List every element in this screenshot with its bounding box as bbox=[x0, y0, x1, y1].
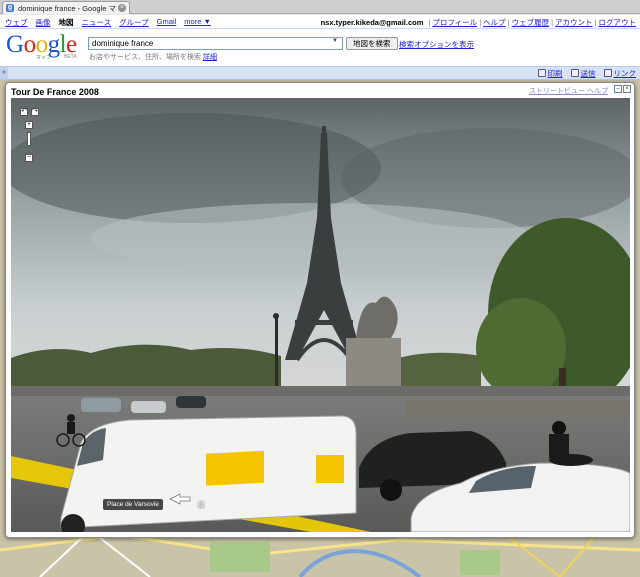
gbar-link-news[interactable]: ニュース bbox=[82, 17, 112, 28]
zoom-in-button[interactable]: + bbox=[25, 121, 33, 129]
search-maps-button[interactable]: 地図を検索 bbox=[346, 37, 398, 50]
search-options-link[interactable]: 検索オプションを表示 bbox=[399, 39, 474, 50]
search-history-dropdown-icon[interactable]: ▼ bbox=[332, 38, 338, 44]
direction-label: 東 bbox=[198, 502, 205, 509]
search-hint-details-link[interactable]: 詳細 bbox=[203, 54, 217, 61]
beta-label: BETA bbox=[64, 54, 77, 60]
zoom-out-button[interactable]: − bbox=[25, 154, 33, 162]
rotate-left-icon[interactable]: ↶ bbox=[20, 108, 28, 116]
separator: | bbox=[507, 18, 510, 27]
white-van bbox=[60, 415, 357, 532]
street-view-image[interactable] bbox=[11, 98, 630, 532]
maps-header: Google マップ BETA ▼ 地図を検索 検索オプションを表示 お店やサー… bbox=[0, 29, 640, 66]
separator: | bbox=[479, 18, 482, 27]
send-action[interactable]: 送信 bbox=[570, 68, 596, 79]
rotate-right-icon[interactable]: ↷ bbox=[31, 108, 39, 116]
gbar-link-web[interactable]: ウェブ bbox=[5, 17, 28, 28]
google-favicon-icon: g bbox=[6, 4, 14, 12]
gbar-link-groups[interactable]: グループ bbox=[119, 17, 149, 28]
search-hint: お店やサービス、住所、場所を検索 詳細 bbox=[89, 52, 217, 62]
print-action[interactable]: 印刷 bbox=[537, 68, 563, 79]
user-email: nsx.typer.kikeda@gmail.com bbox=[320, 18, 424, 27]
gbar-link-images[interactable]: 画像 bbox=[36, 17, 51, 28]
gbar-more-menu[interactable]: more ▼ bbox=[184, 17, 211, 28]
gbar-link-gmail[interactable]: Gmail bbox=[157, 17, 177, 28]
account-link[interactable]: アカウント bbox=[555, 17, 593, 28]
street-view-panel: Tour De France 2008 ストリートビュー ヘルプ – × bbox=[5, 82, 635, 538]
street-view-title: Tour De France 2008 bbox=[11, 87, 99, 97]
zoom-slider[interactable] bbox=[27, 132, 31, 146]
logout-link[interactable]: ログアウト bbox=[599, 17, 637, 28]
navigation-arrow-icon[interactable] bbox=[168, 492, 192, 506]
search-input[interactable] bbox=[88, 37, 343, 50]
logo-subtitle: マップ bbox=[36, 55, 52, 61]
close-button[interactable]: × bbox=[623, 85, 631, 93]
tab-title: dominique france - Google マ... bbox=[18, 3, 116, 13]
link-icon bbox=[603, 69, 612, 77]
mail-icon bbox=[570, 69, 579, 77]
minimize-button[interactable]: – bbox=[614, 85, 622, 93]
link-action[interactable]: リンク bbox=[603, 68, 636, 79]
web-history-link[interactable]: ウェブ履歴 bbox=[512, 17, 550, 28]
tab-close-icon[interactable]: × bbox=[118, 4, 126, 12]
separator: | bbox=[428, 18, 431, 27]
google-bar: ウェブ 画像 地図 ニュース グループ Gmail more ▼ nsx.typ… bbox=[0, 15, 640, 28]
collapse-panel-icon[interactable]: » bbox=[0, 67, 8, 79]
gbar-link-maps: 地図 bbox=[58, 18, 74, 27]
gbar-service-links: ウェブ 画像 地図 ニュース グループ Gmail more ▼ bbox=[5, 17, 211, 28]
browser-tab-strip: g dominique france - Google マ... × bbox=[0, 0, 640, 14]
map-actions: 印刷 送信 リンク bbox=[537, 68, 636, 79]
profile-link[interactable]: プロフィール bbox=[432, 17, 477, 28]
separator: | bbox=[594, 18, 597, 27]
print-icon bbox=[537, 69, 546, 77]
tree-line bbox=[11, 344, 281, 393]
street-view-help-link[interactable]: ストリートビュー ヘルプ bbox=[529, 86, 608, 96]
street-name-label: Place de Varsovie bbox=[103, 499, 163, 510]
help-link[interactable]: ヘルプ bbox=[483, 17, 506, 28]
gbar-account-links: nsx.typer.kikeda@gmail.com | プロフィール | ヘル… bbox=[321, 17, 636, 28]
map-link-bar: » 印刷 送信 リンク bbox=[0, 66, 640, 80]
search-hint-text: お店やサービス、住所、場所を検索 bbox=[89, 54, 201, 61]
browser-tab[interactable]: g dominique france - Google マ... × bbox=[2, 1, 130, 14]
separator: | bbox=[551, 18, 554, 27]
